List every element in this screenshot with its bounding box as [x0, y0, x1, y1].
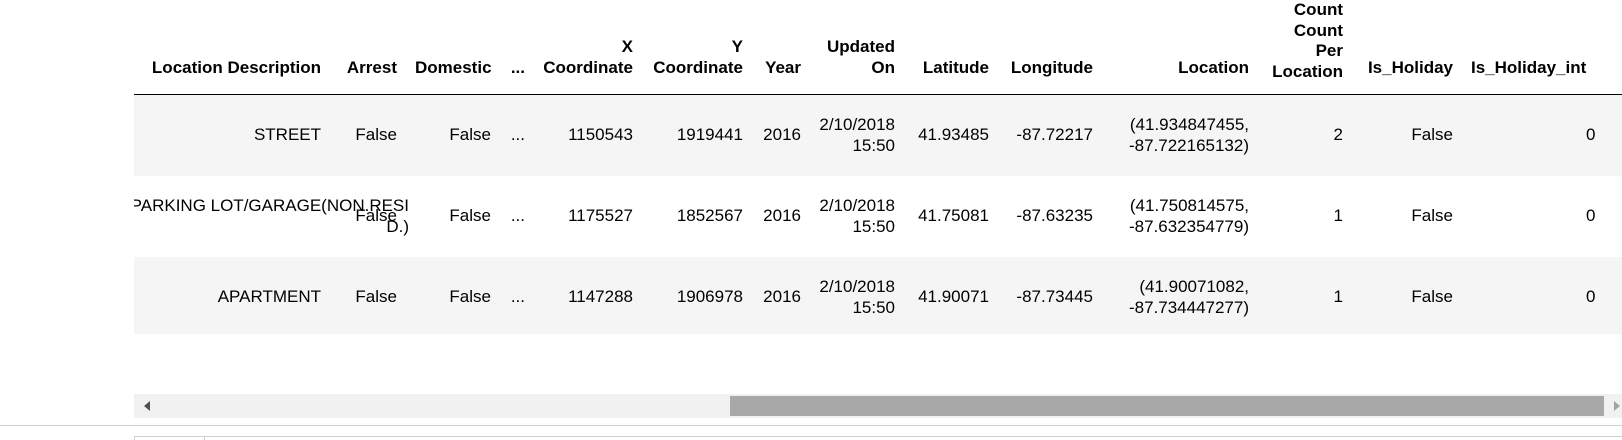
cell-is-holiday-int: 0 — [1462, 257, 1622, 334]
cell-domestic: False — [406, 257, 500, 334]
col-header-domestic: Domestic — [406, 0, 500, 95]
cell-location-description: PARKING LOT/GARAGE(NON.RESID.) — [134, 176, 409, 257]
col-header-longitude: Longitude — [998, 0, 1102, 95]
cell-x-coordinate: 1175527 — [534, 176, 642, 257]
cell-y-coordinate: 1906978 — [642, 257, 752, 334]
cell-ellipsis: ... — [500, 257, 534, 334]
cell-is-holiday: False — [1352, 94, 1462, 176]
dataframe-table: Location Description Arrest Domestic ...… — [134, 0, 1622, 334]
cell-location: (41.750814575, -87.632354779) — [1102, 176, 1258, 257]
next-cell-area — [134, 436, 1622, 440]
cell-count-per-location: 1 — [1258, 257, 1352, 334]
col-header-updated-on: Updated On — [810, 0, 904, 95]
cell-year: 2016 — [752, 257, 810, 334]
cell-arrest: False — [330, 257, 406, 334]
cell-is-holiday-int: 0 — [1462, 94, 1622, 176]
col-header-ellipsis: ... — [500, 0, 534, 95]
cell-updated-on: 2/10/2018 15:50 — [810, 176, 904, 257]
cell-location: (41.90071082, -87.734447277) — [1102, 257, 1258, 334]
cell-ellipsis: ... — [500, 94, 534, 176]
col-header-location: Location — [1102, 0, 1258, 95]
table-row: APARTMENT False False ... 1147288 190697… — [134, 257, 1622, 334]
cell-x-coordinate: 1147288 — [534, 257, 642, 334]
cell-year: 2016 — [752, 176, 810, 257]
col-header-location-description: Location Description — [134, 0, 330, 95]
col-header-x-coordinate: X Coordinate — [534, 0, 642, 95]
col-header-y-coordinate: Y Coordinate — [642, 0, 752, 95]
cell-count-per-location: 2 — [1258, 94, 1352, 176]
cell-domestic: False — [406, 176, 500, 257]
cell-ellipsis: ... — [500, 176, 534, 257]
col-header-year: Year — [752, 0, 810, 95]
horizontal-scrollbar[interactable] — [134, 394, 1622, 418]
cell-arrest: False — [330, 94, 406, 176]
dataframe-viewport[interactable]: Location Description Arrest Domestic ...… — [134, 0, 1622, 334]
scrollbar-thumb[interactable] — [730, 396, 1604, 416]
cell-longitude: -87.73445 — [998, 257, 1102, 334]
cell-year: 2016 — [752, 94, 810, 176]
next-cell-prompt — [134, 436, 205, 440]
cell-x-coordinate: 1150543 — [534, 94, 642, 176]
header-row: Location Description Arrest Domestic ...… — [134, 0, 1622, 95]
col-header-arrest: Arrest — [330, 0, 406, 95]
cell-y-coordinate: 1852567 — [642, 176, 752, 257]
cell-is-holiday: False — [1352, 176, 1462, 257]
cell-updated-on: 2/10/2018 15:50 — [810, 257, 904, 334]
notebook-output: Location Description Arrest Domestic ...… — [0, 0, 1622, 440]
cell-y-coordinate: 1919441 — [642, 94, 752, 176]
cell-is-holiday: False — [1352, 257, 1462, 334]
cell-location: (41.934847455, -87.722165132) — [1102, 94, 1258, 176]
col-header-is-holiday-int: Is_Holiday_int — [1462, 0, 1622, 95]
cell-location-description: STREET — [134, 94, 330, 176]
scroll-right-arrow-icon[interactable] — [1614, 401, 1620, 411]
cell-longitude: -87.72217 — [998, 94, 1102, 176]
cell-updated-on: 2/10/2018 15:50 — [810, 94, 904, 176]
col-header-is-holiday: Is_Holiday — [1352, 0, 1462, 95]
cell-latitude: 41.90071 — [904, 257, 998, 334]
cell-domestic: False — [406, 94, 500, 176]
cell-count-per-location: 1 — [1258, 176, 1352, 257]
table-row: PARKING LOT/GARAGE(NON.RESID.) False Fal… — [134, 176, 1622, 257]
col-header-count-per-location: Count Count Per Location — [1258, 0, 1352, 95]
table-row: STREET False False ... 1150543 1919441 2… — [134, 94, 1622, 176]
cell-location-description: APARTMENT — [134, 257, 330, 334]
scroll-left-arrow-icon[interactable] — [144, 401, 150, 411]
output-divider — [0, 425, 1622, 426]
cell-longitude: -87.63235 — [998, 176, 1102, 257]
col-header-latitude: Latitude — [904, 0, 998, 95]
cell-latitude: 41.93485 — [904, 94, 998, 176]
cell-is-holiday-int: 0 — [1462, 176, 1622, 257]
cell-latitude: 41.75081 — [904, 176, 998, 257]
